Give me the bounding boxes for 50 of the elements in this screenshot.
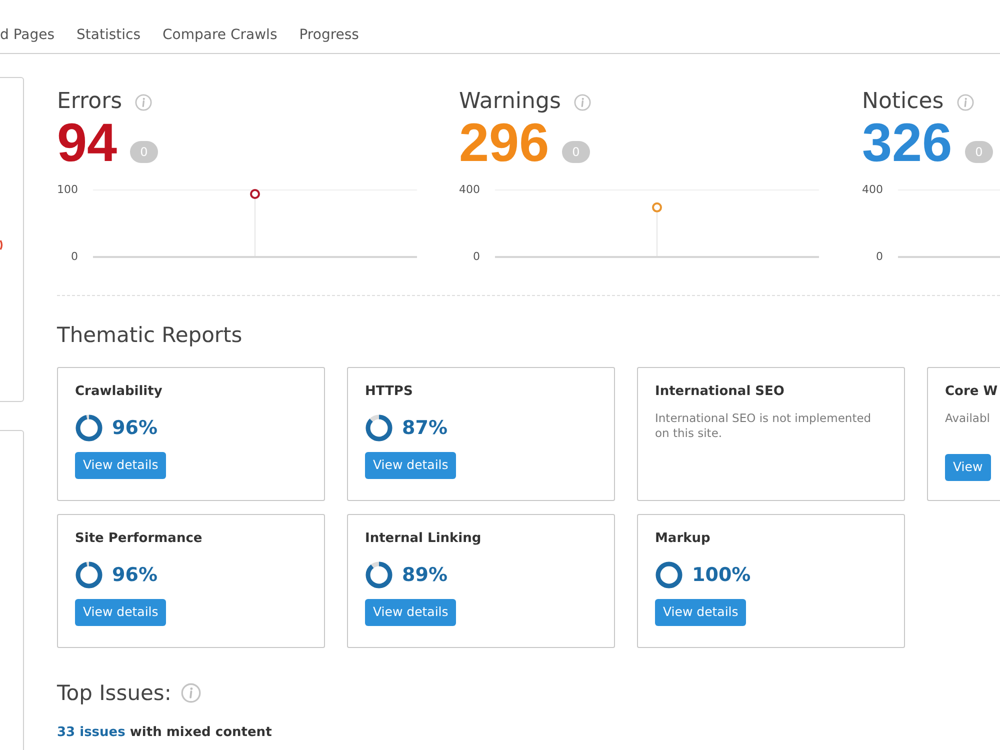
score-percent: 96% xyxy=(112,566,158,584)
card-title: Markup xyxy=(655,530,712,548)
axis-tick-label: 0 xyxy=(71,250,78,263)
score-donut-icon xyxy=(365,561,393,589)
view-details-button[interactable]: View details xyxy=(75,599,166,626)
info-icon[interactable] xyxy=(181,683,202,703)
view-details-button[interactable]: View xyxy=(945,454,991,481)
axis-tick-label: 0 xyxy=(876,250,883,263)
nav-tab[interactable]: Statistics xyxy=(76,25,141,46)
card-title: HTTPS xyxy=(365,383,414,401)
card-description: Availabl xyxy=(945,411,991,426)
stat-title: Warnings xyxy=(459,88,561,116)
view-details-button[interactable]: View details xyxy=(655,599,746,626)
stat-count: 296 xyxy=(459,116,550,170)
score-percent: 87% xyxy=(402,418,448,438)
view-details-button[interactable]: View details xyxy=(75,452,166,479)
view-details-button[interactable]: View details xyxy=(365,599,456,626)
axis-tick-label: 400 xyxy=(862,183,883,196)
score-donut-icon xyxy=(655,561,683,589)
score-donut-icon xyxy=(365,414,393,442)
view-details-button[interactable]: View details xyxy=(365,452,456,479)
score-percent: 89% xyxy=(402,566,448,584)
nav-tab[interactable]: Compare Crawls xyxy=(162,25,278,46)
stat-count: 326 xyxy=(862,116,952,170)
info-icon[interactable] xyxy=(956,94,974,110)
stat-title: Errors xyxy=(57,88,122,116)
issue-summary: 33 issues with mixed content xyxy=(57,724,273,742)
nav-tab[interactable]: d Pages xyxy=(0,25,55,46)
stat-count: 94 xyxy=(57,116,118,170)
section-title: Top Issues: xyxy=(57,680,172,707)
issues-link[interactable]: 33 issues xyxy=(57,725,126,740)
info-icon[interactable] xyxy=(135,94,152,110)
score-percent: 100% xyxy=(692,566,751,584)
card-title: Core W xyxy=(945,383,999,401)
stat-title: Notices xyxy=(862,88,944,116)
section-title: Thematic Reports xyxy=(57,322,244,349)
axis-tick-label: 400 xyxy=(459,183,480,196)
score-donut-icon xyxy=(75,414,103,442)
axis-tick-label: 0 xyxy=(473,250,480,263)
card-description: International SEO is not implemented on this site. xyxy=(655,411,872,441)
card-title: Site Performance xyxy=(75,530,204,548)
score-donut-icon xyxy=(75,561,103,589)
card-title: Internal Linking xyxy=(365,530,482,548)
info-icon[interactable] xyxy=(574,94,591,110)
axis-tick-label: 100 xyxy=(57,183,78,196)
score-percent: 96% xyxy=(112,418,158,438)
card-title: Crawlability xyxy=(75,383,164,401)
nav-tab[interactable]: Progress xyxy=(299,25,359,46)
arc-fragment-icon xyxy=(0,240,3,250)
card-title: International SEO xyxy=(655,383,786,401)
